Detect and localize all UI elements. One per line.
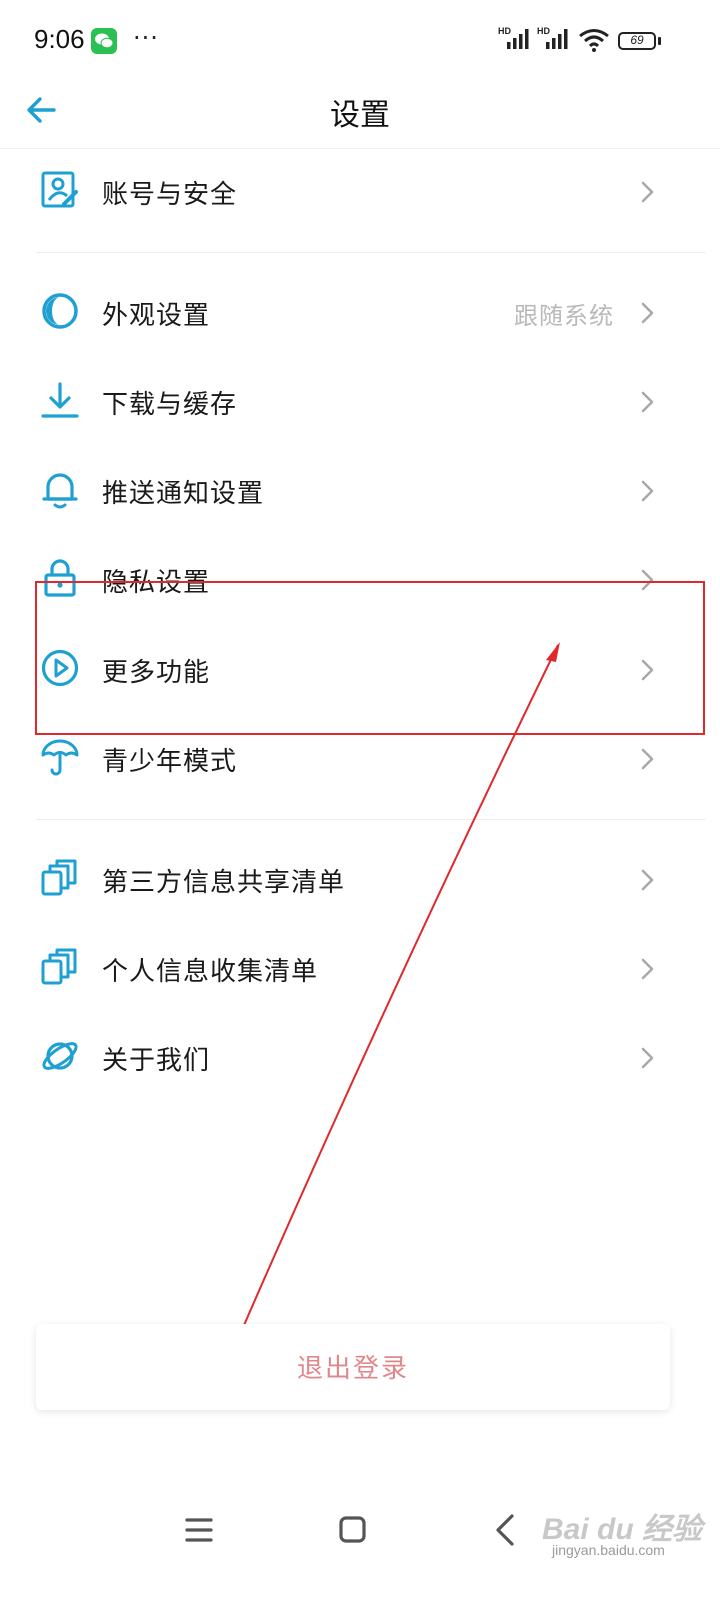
page-title: 设置 — [330, 98, 390, 133]
settings-item-privacy[interactable]: 隐私设置 — [0, 538, 720, 624]
header: 设置 — [0, 80, 720, 149]
divider — [36, 252, 706, 253]
bell-icon — [42, 473, 78, 509]
lock-icon — [44, 559, 76, 597]
watermark-url: jingyan.baidu.com — [552, 1542, 665, 1558]
divider — [36, 819, 706, 820]
chevron-right-icon — [641, 569, 654, 591]
settings-item-label: 账号与安全 — [102, 180, 238, 210]
settings-item-third-party-sharing[interactable]: 第三方信息共享清单 — [0, 838, 720, 924]
settings-item-teen-mode[interactable]: 青少年模式 — [0, 717, 720, 803]
back-chevron-icon[interactable] — [484, 1508, 528, 1552]
status-bar: 9:06 ··· HD HD 69 — [0, 0, 720, 80]
settings-item-label: 青少年模式 — [102, 747, 238, 777]
wechat-icon — [91, 28, 117, 54]
chevron-right-icon — [641, 958, 654, 980]
play-circle-icon — [41, 649, 79, 687]
more-notifications-icon: ··· — [133, 24, 159, 52]
umbrella-icon — [41, 739, 79, 776]
settings-item-label: 关于我们 — [102, 1046, 211, 1076]
chevron-right-icon — [641, 302, 654, 324]
chevron-right-icon — [641, 869, 654, 891]
settings-item-about-us[interactable]: 关于我们 — [0, 1016, 720, 1102]
home-square-icon[interactable] — [330, 1508, 374, 1552]
settings-item-label: 推送通知设置 — [102, 479, 265, 509]
settings-item-appearance[interactable]: 外观设置 跟随系统 — [0, 271, 720, 357]
settings-item-label: 下载与缓存 — [102, 390, 238, 420]
chevron-right-icon — [641, 181, 654, 203]
copy-list-icon — [41, 948, 77, 985]
chevron-right-icon — [641, 659, 654, 681]
settings-item-push-notifications[interactable]: 推送通知设置 — [0, 449, 720, 535]
logout-label: 退出登录 — [296, 1354, 409, 1384]
copy-list-icon — [41, 859, 77, 896]
logout-button[interactable]: 退出登录 — [36, 1324, 670, 1410]
menu-icon[interactable] — [177, 1508, 221, 1552]
signal-icon — [507, 29, 529, 49]
settings-item-label: 隐私设置 — [102, 568, 211, 598]
chevron-right-icon — [641, 1047, 654, 1069]
account-security-icon — [41, 171, 78, 208]
download-icon — [41, 382, 79, 418]
planet-icon — [42, 1042, 78, 1070]
signal-icon — [546, 29, 568, 49]
battery-level: 69 — [630, 33, 644, 47]
battery-tip — [658, 37, 661, 45]
chevron-right-icon — [641, 748, 654, 770]
settings-item-label: 外观设置 — [102, 301, 211, 331]
settings-item-label: 个人信息收集清单 — [102, 957, 319, 987]
wifi-icon — [579, 29, 609, 52]
chevron-right-icon — [641, 480, 654, 502]
settings-item-account-security[interactable]: 账号与安全 — [0, 150, 720, 236]
settings-item-download[interactable]: 下载与缓存 — [0, 360, 720, 446]
chevron-right-icon — [641, 391, 654, 413]
settings-item-label: 更多功能 — [102, 658, 211, 688]
settings-item-value: 跟随系统 — [514, 302, 614, 330]
status-time: 9:06 — [34, 24, 85, 54]
settings-item-personal-info-collection[interactable]: 个人信息收集清单 — [0, 927, 720, 1013]
battery-icon: 69 — [618, 32, 656, 50]
settings-item-label: 第三方信息共享清单 — [102, 868, 346, 898]
settings-item-more-features[interactable]: 更多功能 — [0, 628, 720, 714]
appearance-icon — [42, 293, 78, 329]
